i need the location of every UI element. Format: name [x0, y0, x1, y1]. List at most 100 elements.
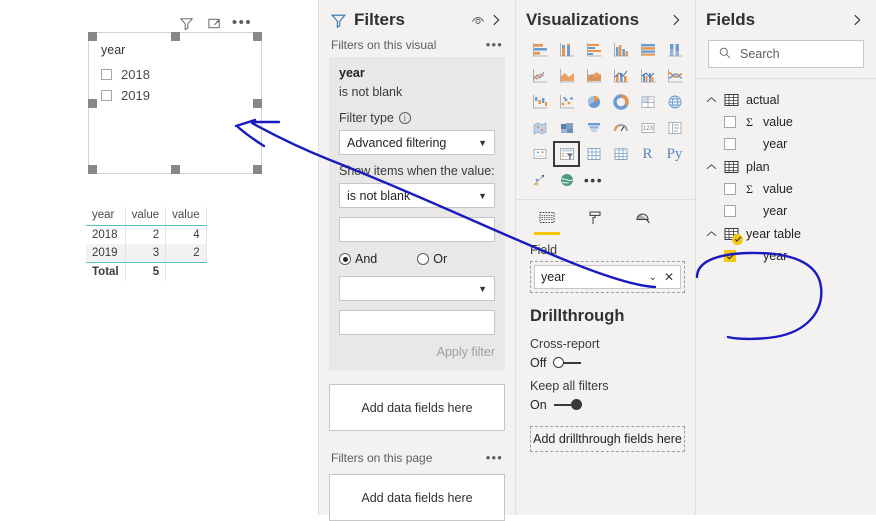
python-visual-icon[interactable]: Py — [661, 141, 688, 167]
more-visuals-icon[interactable]: ••• — [580, 167, 607, 193]
remove-field-icon[interactable]: ✕ — [664, 270, 674, 284]
resize-handle-middle-left[interactable] — [88, 99, 97, 108]
resize-handle-top-left[interactable] — [88, 32, 97, 41]
more-options-icon[interactable]: ••• — [232, 15, 251, 31]
resize-handle-bottom-center[interactable] — [171, 165, 180, 174]
filled-map-icon[interactable] — [526, 115, 553, 141]
field-actual-value[interactable]: Σ value — [696, 111, 876, 133]
resize-handle-bottom-right[interactable] — [253, 165, 262, 174]
focus-mode-icon[interactable] — [206, 15, 222, 31]
eye-icon[interactable] — [469, 11, 487, 29]
slicer-item-2019[interactable]: 2019 — [101, 85, 150, 105]
column-header-value-1[interactable]: value — [125, 207, 167, 226]
shape-map-icon[interactable] — [553, 115, 580, 141]
line-chart-icon[interactable] — [526, 63, 553, 89]
drillthrough-dropzone[interactable]: Add drillthrough fields here — [530, 426, 685, 452]
resize-handle-top-center[interactable] — [171, 32, 180, 41]
info-icon[interactable]: i — [398, 112, 411, 124]
pie-chart-icon[interactable] — [580, 89, 607, 115]
chevron-right-icon[interactable] — [487, 11, 505, 29]
filter-card-year[interactable]: year is not blank Filter type i Advanced… — [329, 57, 505, 371]
clustered-bar-chart-icon[interactable] — [580, 37, 607, 63]
key-influencers-icon[interactable] — [526, 167, 553, 193]
stacked-area-chart-icon[interactable] — [580, 63, 607, 89]
tab-fields[interactable] — [534, 210, 560, 235]
filters-visual-dropzone[interactable]: Add data fields here — [329, 384, 505, 431]
field-checkbox[interactable] — [724, 116, 736, 128]
field-checkbox[interactable] — [724, 205, 736, 217]
filter-type-dropdown[interactable]: Advanced filtering ▼ — [339, 130, 495, 155]
filter-operator-dropdown[interactable]: is not blank ▼ — [339, 183, 495, 208]
arcgis-maps-icon[interactable] — [553, 167, 580, 193]
cross-report-toggle[interactable] — [553, 357, 582, 369]
scatter-chart-icon[interactable] — [553, 89, 580, 115]
radio-or[interactable]: Or — [417, 252, 447, 266]
slicer-icon[interactable] — [553, 141, 580, 167]
field-plan-year[interactable]: Σ year — [696, 200, 876, 222]
filter-icon[interactable] — [178, 15, 194, 31]
hundred-percent-stacked-column-chart-icon[interactable] — [661, 37, 688, 63]
matrix-icon[interactable] — [607, 141, 634, 167]
tab-format[interactable] — [582, 210, 608, 235]
resize-handle-top-right[interactable] — [253, 32, 262, 41]
field-well-dropzone[interactable]: year ⌄ ✕ — [530, 261, 685, 293]
funnel-chart-icon[interactable] — [580, 115, 607, 141]
filters-visual-more-icon[interactable]: ••• — [486, 38, 503, 51]
fields-table-actual[interactable]: actual — [696, 88, 876, 111]
field-year-table-year[interactable]: Σ year — [696, 245, 876, 267]
chevron-right-icon[interactable] — [848, 11, 866, 29]
field-chip-year[interactable]: year ⌄ ✕ — [534, 265, 681, 289]
waterfall-chart-icon[interactable] — [526, 89, 553, 115]
field-plan-value[interactable]: Σ value — [696, 178, 876, 200]
fields-table-year-table[interactable]: year table — [696, 222, 876, 245]
field-checkbox[interactable] — [724, 183, 736, 195]
clustered-column-chart-icon[interactable] — [607, 37, 634, 63]
keep-all-filters-toggle[interactable] — [553, 399, 582, 411]
column-header-year[interactable]: year — [86, 207, 126, 226]
chevron-up-icon[interactable] — [706, 230, 717, 238]
search-input[interactable]: Search — [708, 40, 864, 68]
table-row[interactable]: 2019 3 2 — [86, 244, 207, 263]
field-checkbox[interactable] — [724, 138, 736, 150]
area-chart-icon[interactable] — [553, 63, 580, 89]
chevron-down-icon[interactable]: ⌄ — [649, 272, 657, 283]
multi-row-card-icon[interactable] — [661, 115, 688, 141]
slicer-checkbox-2019[interactable] — [101, 89, 112, 101]
column-header-value-2[interactable]: value — [165, 207, 207, 226]
stacked-column-chart-icon[interactable] — [553, 37, 580, 63]
filter-operand-input[interactable] — [339, 217, 495, 242]
slicer-item-2018[interactable]: 2018 — [101, 64, 150, 84]
filter-operator2-dropdown[interactable]: ▼ — [339, 276, 495, 301]
treemap-icon[interactable] — [634, 89, 661, 115]
card-icon[interactable]: 123 — [634, 115, 661, 141]
line-and-stacked-column-chart-icon[interactable] — [607, 63, 634, 89]
chevron-right-icon[interactable] — [667, 11, 685, 29]
line-and-clustered-column-chart-icon[interactable] — [634, 63, 661, 89]
stacked-bar-chart-icon[interactable] — [526, 37, 553, 63]
slicer-visual[interactable]: year 2018 2019 — [88, 32, 262, 174]
table-visual[interactable]: year value value 2018 2 4 2019 3 2 Total… — [86, 207, 207, 281]
filters-page-dropzone[interactable]: Add data fields here — [329, 474, 505, 521]
resize-handle-bottom-left[interactable] — [88, 165, 97, 174]
slicer-checkbox-2018[interactable] — [101, 68, 112, 80]
table-row[interactable]: 2018 2 4 — [86, 225, 207, 244]
table-icon[interactable] — [580, 141, 607, 167]
resize-handle-middle-right[interactable] — [253, 99, 262, 108]
filter-operand2-input[interactable] — [339, 310, 495, 335]
field-actual-year[interactable]: Σ year — [696, 133, 876, 155]
filters-page-more-icon[interactable]: ••• — [486, 451, 503, 464]
gauge-icon[interactable] — [607, 115, 634, 141]
kpi-icon[interactable] — [526, 141, 553, 167]
chevron-up-icon[interactable] — [706, 96, 717, 104]
field-checkbox[interactable] — [724, 250, 736, 262]
hundred-percent-stacked-bar-chart-icon[interactable] — [634, 37, 661, 63]
map-icon[interactable] — [661, 89, 688, 115]
chevron-up-icon[interactable] — [706, 163, 717, 171]
apply-filter-button[interactable]: Apply filter — [339, 345, 495, 359]
ribbon-chart-icon[interactable] — [661, 63, 688, 89]
radio-and[interactable]: And — [339, 252, 377, 266]
fields-table-plan[interactable]: plan — [696, 155, 876, 178]
donut-chart-icon[interactable] — [607, 89, 634, 115]
tab-analytics[interactable] — [630, 210, 656, 235]
r-script-visual-icon[interactable]: R — [634, 141, 661, 167]
